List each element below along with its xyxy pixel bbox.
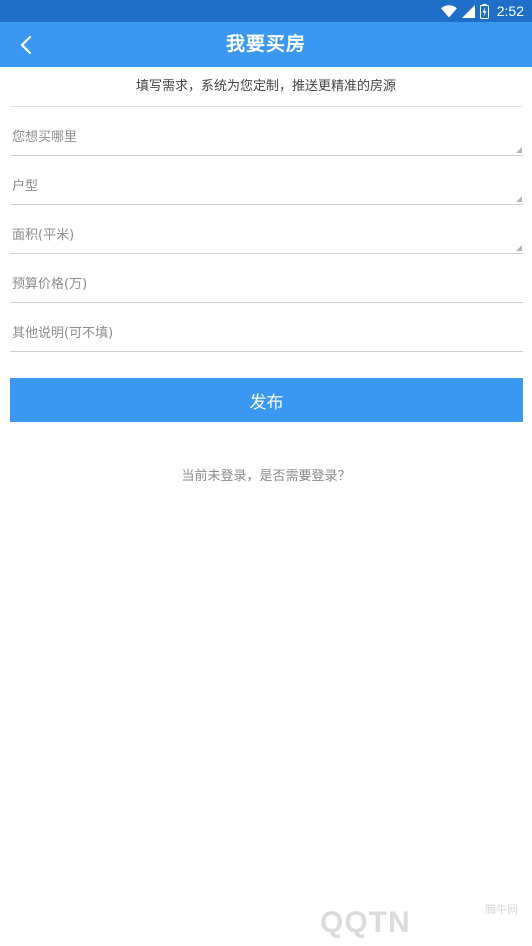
location-field[interactable]: 您想买哪里 xyxy=(10,107,523,156)
page-subtitle: 填写需求，系统为您定制，推送更精准的房源 xyxy=(10,67,522,107)
watermark-logo: QQTN 腾牛网 xyxy=(320,890,530,944)
notes-field[interactable]: 其他说明(可不填) xyxy=(10,303,523,352)
layout-label: 户型 xyxy=(12,179,39,194)
notes-label: 其他说明(可不填) xyxy=(12,326,114,341)
location-label: 您想买哪里 xyxy=(12,130,78,145)
status-time: 2:52 xyxy=(496,3,524,19)
dropdown-arrow-icon xyxy=(516,245,522,251)
budget-field[interactable]: 预算价格(万) xyxy=(10,254,523,303)
budget-label: 预算价格(万) xyxy=(12,277,88,292)
dropdown-arrow-icon xyxy=(516,196,522,202)
area-field[interactable]: 面积(平米) xyxy=(10,205,523,254)
page-title: 我要买房 xyxy=(225,33,306,55)
signal-icon xyxy=(461,4,475,18)
status-icons: 2:52 xyxy=(440,0,524,22)
publish-button[interactable]: 发布 xyxy=(10,378,523,422)
wifi-icon xyxy=(440,4,457,17)
layout-field[interactable]: 户型 xyxy=(10,156,523,205)
dropdown-arrow-icon xyxy=(516,147,522,153)
area-label: 面积(平米) xyxy=(12,228,75,243)
status-bar: 2:52 xyxy=(0,0,532,22)
app-bar: 我要买房 xyxy=(0,22,532,67)
login-prompt-link[interactable]: 当前未登录，是否需要登录？ xyxy=(0,466,532,488)
battery-icon xyxy=(479,3,489,19)
watermark-site: 腾牛网 xyxy=(485,903,518,916)
watermark-text: QQTN xyxy=(320,906,411,939)
